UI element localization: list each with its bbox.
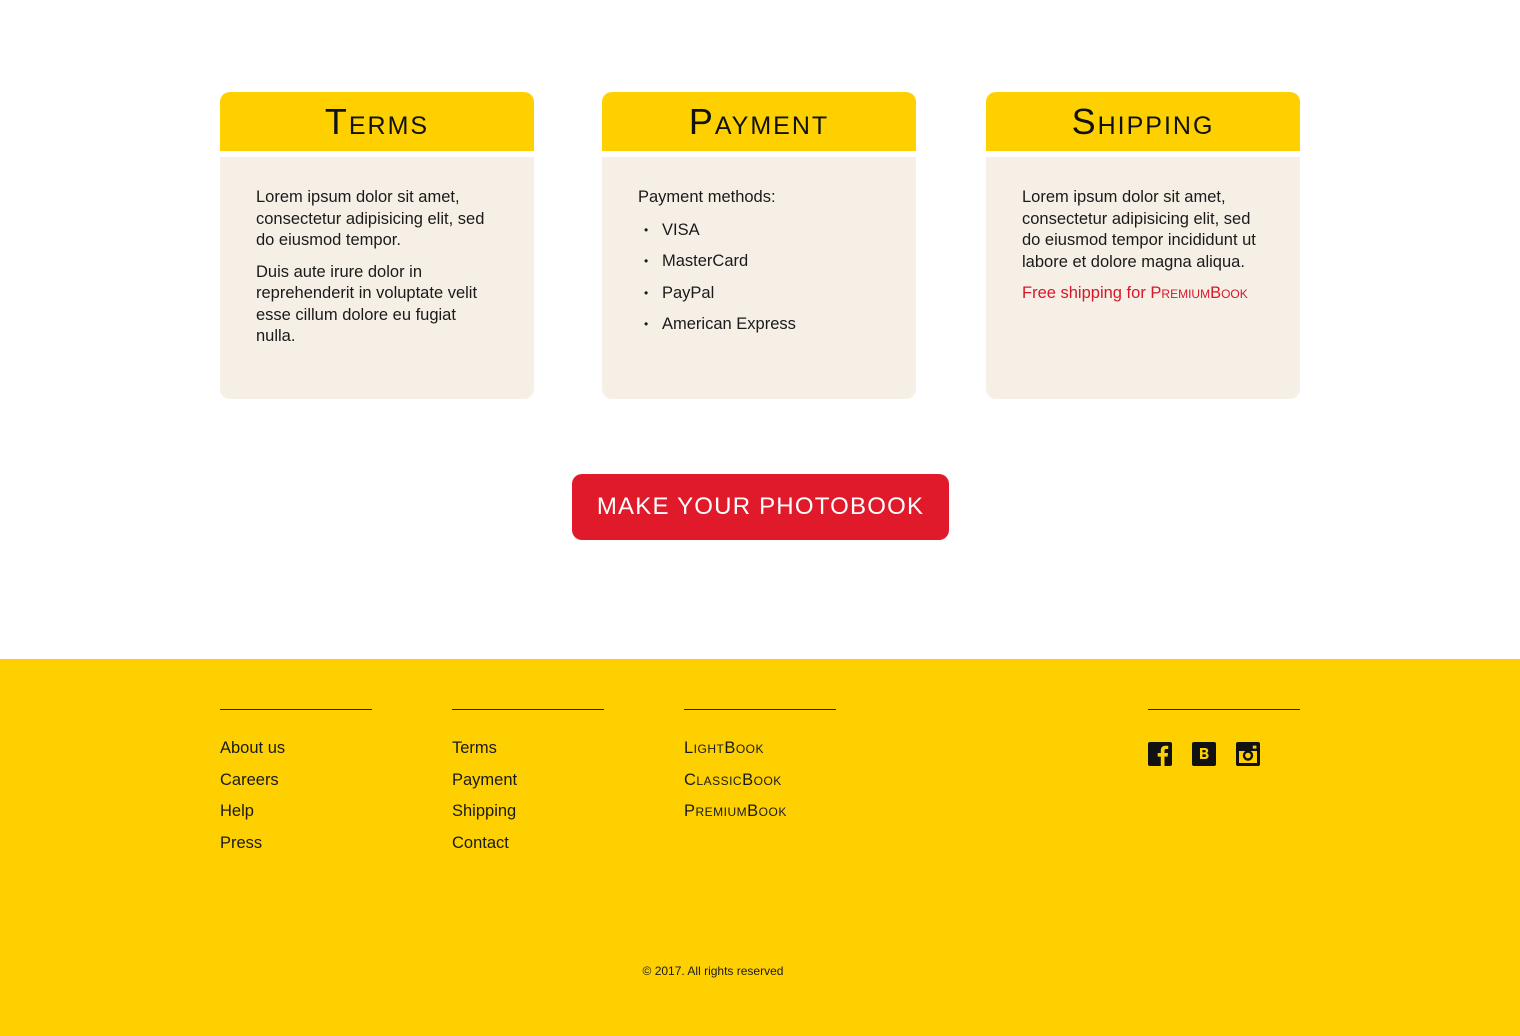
- payment-card-body: Payment methods: VISA MasterCard PayPal …: [602, 157, 916, 341]
- terms-card-header: Terms: [220, 92, 534, 157]
- footer-link-payment[interactable]: Payment: [452, 769, 517, 801]
- copyright-text: © 2017. All rights reserved: [642, 964, 784, 978]
- terms-card-body: Lorem ipsum dolor sit amet, consectetur …: [220, 157, 534, 348]
- footer-link-contact[interactable]: Contact: [452, 832, 517, 864]
- terms-paragraph: Lorem ipsum dolor sit amet, consectetur …: [256, 188, 485, 249]
- payment-card-title: Payment: [688, 100, 830, 142]
- footer-divider: [684, 709, 836, 710]
- free-shipping-product: PremiumBook: [1150, 284, 1248, 302]
- footer-info-links: Terms Payment Shipping Contact: [452, 737, 517, 863]
- footer-link-press[interactable]: Press: [220, 832, 285, 864]
- payment-card: Payment Payment methods: VISA MasterCard…: [602, 92, 916, 399]
- footer-link-careers[interactable]: Careers: [220, 769, 285, 801]
- footer-link-premiumbook[interactable]: PremiumBook: [684, 800, 787, 832]
- footer-product-links: LightBook ClassicBook PremiumBook: [684, 737, 787, 832]
- footer-divider: [1148, 709, 1300, 710]
- info-cards: Terms Lorem ipsum dolor sit amet, consec…: [220, 92, 1300, 399]
- terms-card-title: Terms: [324, 100, 430, 142]
- footer-company-links: About us Careers Help Press: [220, 737, 285, 863]
- footer-divider: [452, 709, 604, 710]
- shipping-card: Shipping Lorem ipsum dolor sit amet, con…: [986, 92, 1300, 399]
- behance-icon[interactable]: [1192, 742, 1216, 766]
- social-links: [1148, 742, 1260, 766]
- make-photobook-button[interactable]: MAKE YOUR PHOTOBOOK: [572, 474, 949, 540]
- terms-paragraph: Duis aute irure dolor in reprehenderit i…: [256, 262, 478, 346]
- payment-method-item: VISA: [638, 215, 880, 247]
- shipping-card-title: Shipping: [1071, 100, 1215, 142]
- footer-link-lightbook[interactable]: LightBook: [684, 737, 787, 769]
- facebook-icon[interactable]: [1148, 742, 1172, 766]
- footer-link-shipping[interactable]: Shipping: [452, 800, 517, 832]
- payment-card-header: Payment: [602, 92, 916, 157]
- payment-method-item: PayPal: [638, 278, 880, 310]
- free-shipping-prefix: Free shipping for: [1022, 284, 1146, 302]
- payment-method-item: MasterCard: [638, 246, 880, 278]
- payment-method-item: American Express: [638, 309, 880, 341]
- footer-link-classicbook[interactable]: ClassicBook: [684, 769, 787, 801]
- shipping-card-header: Shipping: [986, 92, 1300, 157]
- free-shipping-note: Free shipping for PremiumBook: [1022, 283, 1264, 305]
- footer-divider: [220, 709, 372, 710]
- site-footer: About us Careers Help Press Terms Paymen…: [0, 659, 1520, 1036]
- payment-methods-list: VISA MasterCard PayPal American Express: [638, 215, 880, 341]
- footer-link-help[interactable]: Help: [220, 800, 285, 832]
- shipping-card-body: Lorem ipsum dolor sit amet, consectetur …: [986, 157, 1300, 305]
- instagram-icon[interactable]: [1236, 742, 1260, 766]
- payment-methods-intro: Payment methods:: [638, 188, 776, 206]
- shipping-paragraph: Lorem ipsum dolor sit amet, consectetur …: [1022, 188, 1256, 271]
- footer-link-terms[interactable]: Terms: [452, 737, 517, 769]
- terms-card: Terms Lorem ipsum dolor sit amet, consec…: [220, 92, 534, 399]
- footer-link-about-us[interactable]: About us: [220, 737, 285, 769]
